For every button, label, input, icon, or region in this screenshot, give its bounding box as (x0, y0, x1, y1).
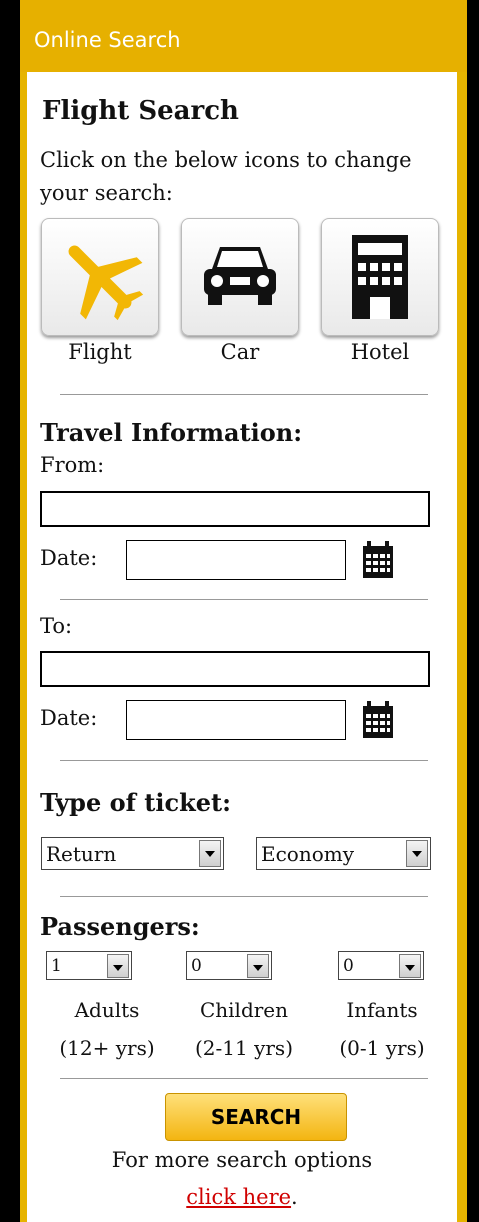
infants-label: Infants (346, 998, 418, 1022)
hotel-mode-button[interactable] (321, 218, 439, 336)
infants-select[interactable]: 0 (338, 951, 424, 980)
chevron-down-icon (399, 953, 421, 978)
click-here-link[interactable]: click here (186, 1185, 291, 1209)
infants-age-range: (0-1 yrs) (339, 1036, 425, 1060)
adults-select[interactable]: 1 (46, 951, 132, 980)
search-button[interactable]: SEARCH (165, 1093, 347, 1141)
divider (60, 394, 428, 395)
from-label: From: (40, 453, 105, 477)
more-options-link-line: click here. (27, 1185, 457, 1209)
more-options-text: For more search options (111, 1148, 373, 1172)
flight-mode-label: Flight (68, 340, 132, 364)
flight-mode-button[interactable] (41, 218, 159, 336)
divider (60, 760, 428, 761)
chevron-down-icon (199, 840, 221, 867)
airplane-icon (68, 245, 144, 321)
car-icon (204, 247, 276, 305)
children-select[interactable]: 0 (186, 951, 272, 980)
to-date-label: Date: (40, 706, 98, 730)
divider (60, 896, 428, 897)
from-date-input[interactable] (126, 540, 346, 580)
car-mode-button[interactable] (181, 218, 299, 336)
travel-info-title: Travel Information: (40, 418, 303, 447)
ticket-type-title: Type of ticket: (40, 788, 231, 817)
calendar-icon[interactable] (361, 700, 395, 740)
to-input[interactable] (40, 651, 430, 687)
children-value: 0 (191, 955, 202, 976)
trip-type-select[interactable]: Return (41, 837, 224, 870)
flight-search-title: Flight Search (42, 96, 239, 126)
divider (60, 599, 428, 600)
adults-age-range: (12+ yrs) (59, 1036, 155, 1060)
panel-header-title: Online Search (34, 28, 181, 52)
calendar-icon[interactable] (361, 540, 395, 580)
chevron-down-icon (107, 953, 129, 978)
link-suffix: . (291, 1185, 298, 1209)
cabin-class-value: Economy (261, 841, 355, 866)
divider (60, 1078, 428, 1079)
adults-label: Adults (74, 998, 140, 1022)
chevron-down-icon (406, 840, 428, 867)
hotel-icon (352, 235, 408, 319)
children-age-range: (2-11 yrs) (194, 1036, 294, 1060)
from-input[interactable] (40, 491, 430, 527)
trip-type-value: Return (46, 841, 117, 866)
to-date-input[interactable] (126, 700, 346, 740)
hotel-mode-label: Hotel (350, 340, 410, 364)
adults-value: 1 (51, 955, 62, 976)
from-date-label: Date: (40, 546, 98, 570)
infants-value: 0 (343, 955, 354, 976)
cabin-class-select[interactable]: Economy (256, 837, 431, 870)
passengers-title: Passengers: (40, 912, 200, 941)
panel-header: Online Search (20, 0, 467, 72)
to-label: To: (40, 614, 73, 638)
children-label: Children (199, 998, 289, 1022)
chevron-down-icon (247, 953, 269, 978)
car-mode-label: Car (220, 340, 260, 364)
search-instructions: Click on the below icons to change your … (40, 148, 412, 205)
